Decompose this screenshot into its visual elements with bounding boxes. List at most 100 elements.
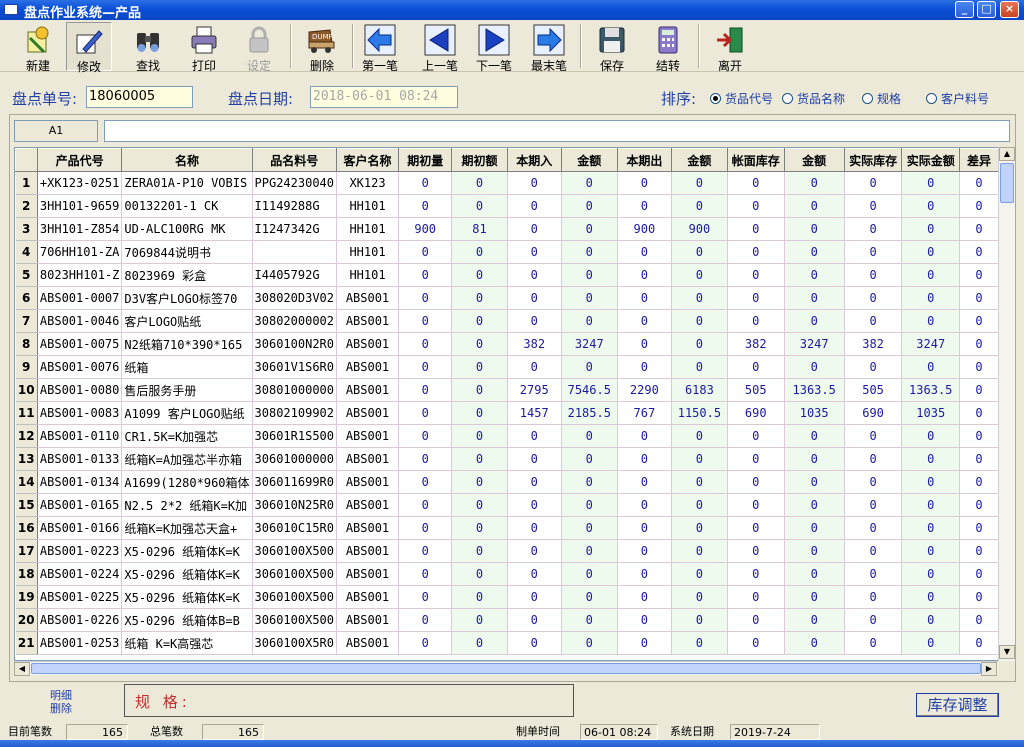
table-cell-customer[interactable]: ABS001 (336, 378, 399, 402)
table-cell-number[interactable]: 0 (959, 470, 999, 494)
table-cell-text[interactable]: 3HH101-Z854 (37, 217, 123, 241)
table-row[interactable]: 18 ABS001-0224 X5-0296 纸箱体K=K 3060100X500 AB… (15, 562, 999, 586)
grid-corner-header[interactable] (15, 148, 38, 172)
find-button[interactable]: 查找 (124, 22, 172, 73)
table-cell-number[interactable]: 0 (901, 608, 961, 632)
table-cell-text[interactable]: 3HH101-9659 (37, 194, 123, 218)
table-cell-customer[interactable]: HH101 (336, 263, 399, 287)
table-cell-number[interactable]: 0 (959, 631, 999, 655)
table-cell-number[interactable]: 0 (617, 171, 673, 195)
table-cell-number[interactable]: 3247 (561, 332, 618, 356)
prev-record-button[interactable]: 上一笔 (418, 22, 462, 73)
table-cell-number[interactable]: 0 (561, 493, 618, 517)
table-cell-customer[interactable]: ABS001 (336, 539, 399, 563)
table-cell-number[interactable]: 0 (507, 194, 562, 218)
table-cell-number[interactable]: 0 (617, 286, 673, 310)
table-cell-number[interactable]: 0 (617, 240, 673, 264)
table-cell-number[interactable]: 0 (901, 355, 961, 379)
table-cell-number[interactable]: 0 (617, 493, 673, 517)
row-number[interactable]: 16 (15, 516, 38, 540)
table-cell-number[interactable]: 3247 (901, 332, 961, 356)
row-number[interactable]: 6 (15, 286, 38, 310)
table-cell-number[interactable]: 0 (507, 493, 562, 517)
table-cell-number[interactable]: 0 (844, 585, 903, 609)
table-cell-text[interactable]: 308020D3V02 (252, 286, 338, 310)
table-cell-number[interactable]: 0 (901, 240, 961, 264)
table-cell-number[interactable]: 0 (727, 447, 785, 471)
table-cell-number[interactable]: 0 (671, 493, 728, 517)
table-cell-text[interactable] (252, 240, 338, 264)
table-cell-number[interactable]: 0 (671, 355, 728, 379)
table-cell-number[interactable]: 0 (901, 539, 961, 563)
table-cell-number[interactable]: 0 (727, 470, 785, 494)
table-cell-number[interactable]: 0 (561, 585, 618, 609)
table-cell-text[interactable]: ZERA01A-P10 VOBIS (121, 171, 253, 195)
table-cell-number[interactable]: 0 (727, 309, 785, 333)
column-header[interactable]: 产品代号 (36, 148, 123, 172)
horizontal-scroll-thumb[interactable] (31, 663, 981, 674)
table-cell-number[interactable]: 0 (784, 447, 845, 471)
table-cell-customer[interactable]: HH101 (336, 194, 399, 218)
column-header[interactable]: 金额 (671, 148, 728, 172)
table-cell-number[interactable]: 0 (959, 562, 999, 586)
table-cell-number[interactable]: 0 (671, 171, 728, 195)
close-button[interactable]: × (1000, 1, 1019, 18)
table-cell-number[interactable]: 0 (727, 539, 785, 563)
table-cell-number[interactable]: 0 (507, 470, 562, 494)
table-row[interactable]: 8 ABS001-0075 N2纸箱710*390*165 3060100N2R0 AB… (15, 332, 999, 356)
table-cell-number[interactable]: 0 (727, 424, 785, 448)
table-cell-customer[interactable]: ABS001 (336, 585, 399, 609)
table-cell-text[interactable]: I1247342G (252, 217, 338, 241)
table-cell-number[interactable]: 0 (784, 194, 845, 218)
table-cell-text[interactable]: D3V客户LOGO标签70 (121, 286, 253, 310)
table-cell-number[interactable]: 0 (727, 217, 785, 241)
table-cell-number[interactable]: 1363.5 (784, 378, 845, 402)
table-cell-text[interactable]: 8023969 彩盒 (121, 263, 253, 287)
table-cell-customer[interactable]: ABS001 (336, 470, 399, 494)
scroll-down-icon[interactable]: ▼ (999, 645, 1015, 659)
table-cell-number[interactable]: 81 (451, 217, 508, 241)
row-number[interactable]: 4 (15, 240, 38, 264)
table-cell-text[interactable]: N2.5 2*2 纸箱K=K加 (121, 493, 253, 517)
column-header[interactable]: 名称 (121, 148, 253, 172)
table-cell-text[interactable]: ABS001-0083 (37, 401, 123, 425)
table-cell-number[interactable]: 0 (561, 263, 618, 287)
column-header[interactable]: 实际金额 (901, 148, 961, 172)
table-cell-number[interactable]: 0 (959, 240, 999, 264)
table-cell-number[interactable]: 0 (561, 470, 618, 494)
table-cell-number[interactable]: 0 (844, 516, 903, 540)
table-cell-number[interactable]: 0 (451, 631, 508, 655)
table-row[interactable]: 9 ABS001-0076 纸箱 30601V1S6R0 ABS001 0 0 0 0 0 0 0 0 0… (15, 355, 999, 379)
table-cell-number[interactable]: 0 (451, 447, 508, 471)
column-header[interactable]: 客户名称 (336, 148, 399, 172)
table-cell-number[interactable]: 0 (561, 286, 618, 310)
table-cell-number[interactable]: 0 (727, 631, 785, 655)
table-cell-number[interactable]: 1457 (507, 401, 562, 425)
table-cell-text[interactable]: ABS001-0007 (37, 286, 123, 310)
table-cell-number[interactable]: 1035 (901, 401, 961, 425)
table-cell-text[interactable]: ABS001-0226 (37, 608, 123, 632)
column-header[interactable]: 品名料号 (251, 148, 338, 172)
scroll-left-icon[interactable]: ◀ (14, 662, 30, 676)
table-cell-number[interactable]: 0 (398, 355, 453, 379)
settings-button[interactable]: 设定 (236, 22, 282, 73)
table-cell-number[interactable]: 0 (451, 493, 508, 517)
table-cell-customer[interactable]: ABS001 (336, 401, 399, 425)
table-cell-number[interactable]: 0 (671, 608, 728, 632)
table-cell-number[interactable]: 0 (507, 631, 562, 655)
table-row[interactable]: 6 ABS001-0007 D3V客户LOGO标签70 308020D3V02 ABS0… (15, 286, 999, 310)
row-number[interactable]: 13 (15, 447, 38, 471)
table-cell-number[interactable]: 0 (671, 240, 728, 264)
table-cell-number[interactable]: 0 (784, 608, 845, 632)
table-cell-number[interactable]: 0 (507, 516, 562, 540)
table-cell-number[interactable]: 0 (617, 447, 673, 471)
table-cell-number[interactable]: 0 (561, 516, 618, 540)
table-cell-number[interactable]: 0 (561, 355, 618, 379)
table-cell-text[interactable]: 3060100X500 (252, 562, 338, 586)
table-cell-text[interactable]: 306010N25R0 (252, 493, 338, 517)
table-cell-number[interactable]: 0 (507, 286, 562, 310)
date-field[interactable]: 2018-06-01 08:24 (310, 86, 458, 108)
table-cell-number[interactable]: 0 (507, 217, 562, 241)
column-header[interactable]: 实际库存 (843, 148, 903, 172)
table-cell-number[interactable]: 2185.5 (561, 401, 618, 425)
